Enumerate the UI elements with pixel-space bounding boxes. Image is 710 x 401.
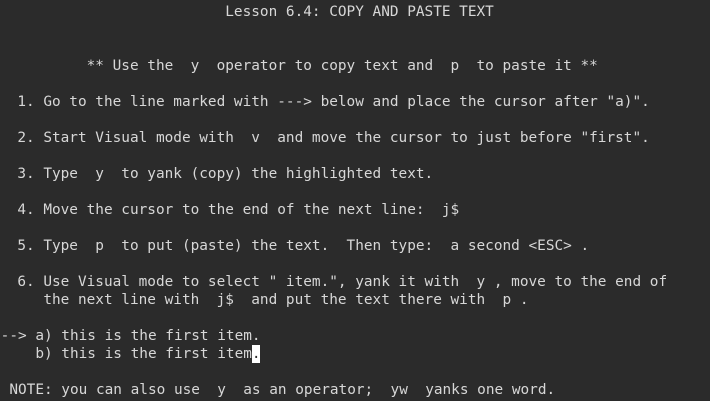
step-5: 5. Type p to put (paste) the text. Then … (0, 238, 590, 254)
step-1: 1. Go to the line marked with ---> below… (0, 94, 650, 110)
example-line-b[interactable]: b) this is the first item. (0, 345, 261, 363)
step-6-line-1: 6. Use Visual mode to select " item.", y… (0, 274, 668, 290)
lesson-intro: ** Use the y operator to copy text and p… (0, 58, 598, 74)
text-cursor: . (251, 345, 261, 363)
step-2: 2. Start Visual mode with v and move the… (0, 130, 650, 146)
example-line-b-text: b) this is the first item (0, 346, 252, 362)
step-6-line-2: the next line with j$ and put the text t… (0, 292, 529, 308)
cursor-char: . (251, 346, 261, 362)
terminal-window[interactable]: Lesson 6.4: COPY AND PASTE TEXT ** Use t… (0, 0, 710, 401)
example-line-a[interactable]: ---> a) this is the first item. (0, 327, 261, 345)
note-line: NOTE: you can also use y as an operator;… (0, 382, 556, 398)
lesson-title: Lesson 6.4: COPY AND PASTE TEXT (0, 4, 494, 20)
step-3: 3. Type y to yank (copy) the highlighted… (0, 166, 434, 182)
step-4: 4. Move the cursor to the end of the nex… (0, 202, 460, 218)
